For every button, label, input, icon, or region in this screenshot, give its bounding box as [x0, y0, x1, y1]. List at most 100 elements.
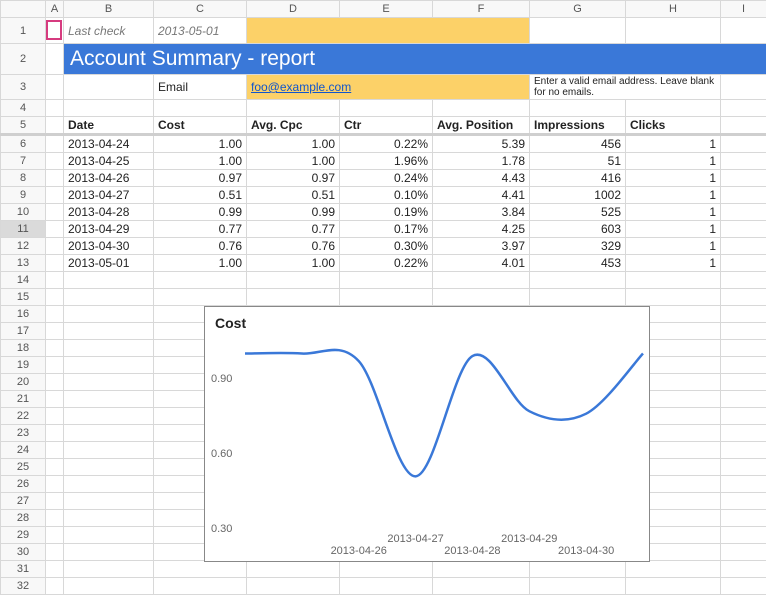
cell-H4[interactable]	[626, 100, 721, 117]
cell-C8[interactable]: 0.97	[154, 170, 247, 187]
cell-A31[interactable]	[46, 561, 64, 578]
cell-I13[interactable]	[721, 255, 766, 272]
cell-A26[interactable]	[46, 476, 64, 493]
cell-C1[interactable]: 2013-05-01	[154, 18, 247, 44]
cell-D4[interactable]	[247, 100, 340, 117]
cell-C31[interactable]	[154, 561, 247, 578]
cell-G5[interactable]: Impressions	[530, 117, 626, 135]
row-header-1[interactable]: 1	[1, 18, 46, 44]
cell-A13[interactable]	[46, 255, 64, 272]
cell-D11[interactable]: 0.77	[247, 221, 340, 238]
cell-D1[interactable]	[247, 18, 530, 44]
row-header-28[interactable]: 28	[1, 510, 46, 527]
cell-I5[interactable]	[721, 117, 766, 135]
cell-I15[interactable]	[721, 289, 766, 306]
cell-D7[interactable]: 1.00	[247, 153, 340, 170]
row-header-30[interactable]: 30	[1, 544, 46, 561]
cell-B24[interactable]	[64, 442, 154, 459]
cell-D9[interactable]: 0.51	[247, 187, 340, 204]
cell-F10[interactable]: 3.84	[433, 204, 530, 221]
cell-I1[interactable]	[721, 18, 766, 44]
cell-A25[interactable]	[46, 459, 64, 476]
row-header-20[interactable]: 20	[1, 374, 46, 391]
row-header-22[interactable]: 22	[1, 408, 46, 425]
cell-G31[interactable]	[530, 561, 626, 578]
cell-B1[interactable]: Last check	[64, 18, 154, 44]
row-header-14[interactable]: 14	[1, 272, 46, 289]
col-header-A[interactable]: A	[46, 1, 64, 18]
cell-F5[interactable]: Avg. Position	[433, 117, 530, 135]
cell-A28[interactable]	[46, 510, 64, 527]
col-header-H[interactable]: H	[626, 1, 721, 18]
cell-G9[interactable]: 1002	[530, 187, 626, 204]
cell-H14[interactable]	[626, 272, 721, 289]
cell-E12[interactable]: 0.30%	[340, 238, 433, 255]
cell-E11[interactable]: 0.17%	[340, 221, 433, 238]
cell-E32[interactable]	[340, 578, 433, 595]
row-header-4[interactable]: 4	[1, 100, 46, 117]
row-header-16[interactable]: 16	[1, 306, 46, 323]
cell-A22[interactable]	[46, 408, 64, 425]
cell-D15[interactable]	[247, 289, 340, 306]
cell-A32[interactable]	[46, 578, 64, 595]
cell-C9[interactable]: 0.51	[154, 187, 247, 204]
cell-A30[interactable]	[46, 544, 64, 561]
cell-I11[interactable]	[721, 221, 766, 238]
cell-I27[interactable]	[721, 493, 766, 510]
col-header-E[interactable]: E	[340, 1, 433, 18]
cell-G8[interactable]: 416	[530, 170, 626, 187]
cell-I20[interactable]	[721, 374, 766, 391]
row-header-23[interactable]: 23	[1, 425, 46, 442]
report-title-cell[interactable]: Account Summary - report	[64, 44, 766, 75]
cell-G32[interactable]	[530, 578, 626, 595]
cell-F31[interactable]	[433, 561, 530, 578]
cell-C10[interactable]: 0.99	[154, 204, 247, 221]
cell-A2[interactable]	[46, 44, 64, 75]
cell-B15[interactable]	[64, 289, 154, 306]
cell-I10[interactable]	[721, 204, 766, 221]
cell-I22[interactable]	[721, 408, 766, 425]
cell-H32[interactable]	[626, 578, 721, 595]
cell-F9[interactable]: 4.41	[433, 187, 530, 204]
cell-E5[interactable]: Ctr	[340, 117, 433, 135]
cell-D13[interactable]: 1.00	[247, 255, 340, 272]
cell-B28[interactable]	[64, 510, 154, 527]
cell-A4[interactable]	[46, 100, 64, 117]
cell-E31[interactable]	[340, 561, 433, 578]
cell-B26[interactable]	[64, 476, 154, 493]
cell-A11[interactable]	[46, 221, 64, 238]
cell-G4[interactable]	[530, 100, 626, 117]
row-header-17[interactable]: 17	[1, 323, 46, 340]
cell-F14[interactable]	[433, 272, 530, 289]
cell-H7[interactable]: 1	[626, 153, 721, 170]
cell-I3[interactable]	[721, 75, 766, 100]
cell-C7[interactable]: 1.00	[154, 153, 247, 170]
cell-I4[interactable]	[721, 100, 766, 117]
cell-A24[interactable]	[46, 442, 64, 459]
cell-G15[interactable]	[530, 289, 626, 306]
cell-I23[interactable]	[721, 425, 766, 442]
cell-B19[interactable]	[64, 357, 154, 374]
row-header-13[interactable]: 13	[1, 255, 46, 272]
cell-H5[interactable]: Clicks	[626, 117, 721, 135]
cell-G6[interactable]: 456	[530, 135, 626, 153]
cell-D6[interactable]: 1.00	[247, 135, 340, 153]
cell-C32[interactable]	[154, 578, 247, 595]
cell-H9[interactable]: 1	[626, 187, 721, 204]
cell-B31[interactable]	[64, 561, 154, 578]
cell-F12[interactable]: 3.97	[433, 238, 530, 255]
cell-F8[interactable]: 4.43	[433, 170, 530, 187]
cell-B18[interactable]	[64, 340, 154, 357]
cell-A5[interactable]	[46, 117, 64, 135]
cell-C3[interactable]: Email	[154, 75, 247, 100]
cell-A23[interactable]	[46, 425, 64, 442]
cell-I30[interactable]	[721, 544, 766, 561]
cell-A3[interactable]	[46, 75, 64, 100]
cell-F32[interactable]	[433, 578, 530, 595]
cell-B11[interactable]: 2013-04-29	[64, 221, 154, 238]
row-header-9[interactable]: 9	[1, 187, 46, 204]
cell-B17[interactable]	[64, 323, 154, 340]
row-header-24[interactable]: 24	[1, 442, 46, 459]
cell-G11[interactable]: 603	[530, 221, 626, 238]
cell-B3[interactable]	[64, 75, 154, 100]
